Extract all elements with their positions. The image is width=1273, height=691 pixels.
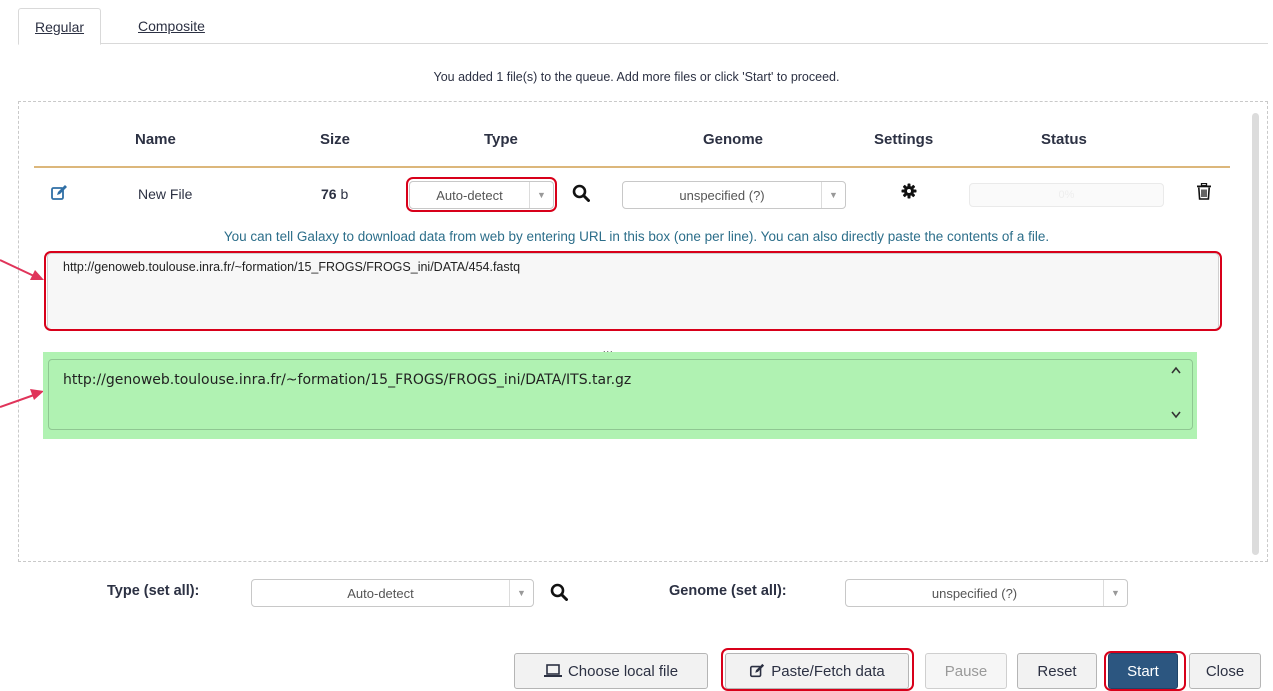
- col-header-status: Status: [1041, 131, 1087, 148]
- col-header-type: Type: [484, 131, 518, 148]
- col-header-size: Size: [320, 131, 351, 148]
- arrow-icon: [0, 389, 44, 408]
- dropzone-scrollbar[interactable]: [1252, 113, 1259, 555]
- genome-select-value: unspecified (?): [679, 187, 765, 203]
- start-button-highlight: [1104, 651, 1186, 691]
- tab-regular[interactable]: Regular: [18, 8, 102, 45]
- type-set-all-select[interactable]: Auto-detect ▼: [251, 579, 534, 607]
- arrow-icon: [0, 259, 44, 280]
- paste-fetch-highlight: [721, 648, 914, 691]
- search-icon[interactable]: [550, 583, 568, 601]
- file-size: 76 b: [321, 186, 348, 202]
- reset-button[interactable]: Reset: [1017, 653, 1097, 689]
- laptop-icon: [543, 664, 562, 677]
- caret-down-icon: ▼: [821, 182, 845, 208]
- file-name: New File: [138, 186, 193, 202]
- queue-message: You added 1 file(s) to the queue. Add mo…: [433, 70, 840, 84]
- caret-down-icon: ▼: [509, 580, 533, 606]
- chevron-up-icon[interactable]: [1170, 365, 1182, 375]
- edit-icon[interactable]: [50, 184, 68, 202]
- trash-icon[interactable]: [1196, 183, 1212, 200]
- col-header-settings: Settings: [874, 131, 934, 148]
- file-size-value: 76: [321, 186, 337, 202]
- pause-button[interactable]: Pause: [925, 653, 1007, 689]
- upload-progress-text: 0%: [1058, 189, 1075, 201]
- tab-composite[interactable]: Composite: [122, 8, 221, 45]
- chevron-down-icon[interactable]: [1170, 410, 1182, 420]
- pasted-url-textarea[interactable]: http://genoweb.toulouse.inra.fr/~formati…: [48, 359, 1193, 430]
- url-textarea-highlight: [44, 251, 1222, 331]
- upload-progress-bar: 0%: [969, 183, 1164, 207]
- gear-icon[interactable]: [901, 183, 917, 199]
- genome-select[interactable]: unspecified (?) ▼: [622, 181, 846, 209]
- close-button[interactable]: Close: [1189, 653, 1261, 689]
- type-set-all-value: Auto-detect: [347, 585, 414, 601]
- type-select-highlight: [406, 177, 557, 212]
- url-hint: You can tell Galaxy to download data fro…: [223, 229, 1050, 244]
- upload-dropzone[interactable]: [18, 101, 1268, 562]
- header-divider: [34, 166, 1230, 168]
- col-header-genome: Genome: [703, 131, 764, 148]
- genome-set-all-select[interactable]: unspecified (?) ▼: [845, 579, 1128, 607]
- choose-local-file-label: Choose local file: [567, 662, 679, 680]
- type-set-all-label: Type (set all):: [107, 583, 200, 599]
- genome-set-all-label: Genome (set all):: [669, 583, 787, 599]
- file-size-unit: b: [340, 186, 349, 202]
- search-icon[interactable]: [572, 184, 590, 202]
- col-header-name: Name: [135, 131, 176, 148]
- genome-set-all-value: unspecified (?): [931, 585, 1018, 601]
- choose-local-file-button[interactable]: Choose local file: [514, 653, 708, 689]
- caret-down-icon: ▼: [1103, 580, 1127, 606]
- upload-tabs: Regular Composite: [18, 0, 1268, 45]
